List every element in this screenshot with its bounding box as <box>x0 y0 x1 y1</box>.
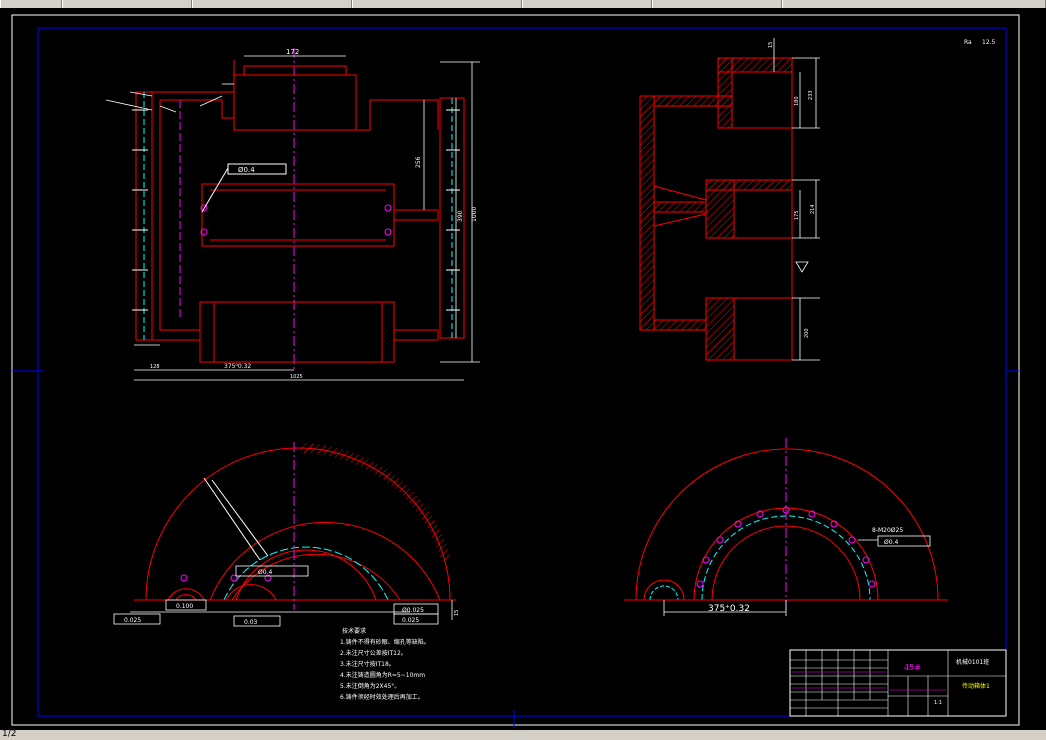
middle-boss <box>201 183 395 247</box>
title-scale: 1:1 <box>934 700 942 706</box>
toolbar-segment[interactable] <box>522 0 652 8</box>
dim-172: 172 <box>286 48 299 56</box>
dim-233: 233 <box>808 90 814 100</box>
note-line: 5.未注倒角为2X45°。 <box>340 682 400 690</box>
tolerance-front: Ø0.4 <box>238 166 255 174</box>
outer-arc-right <box>635 448 939 601</box>
bottom-right-view: 375⁺0.32 8-M20Ø25 Ø0.4 <box>624 438 948 616</box>
dim-175: 175 <box>794 210 800 220</box>
title-part-name: 传动箱体1 <box>962 682 990 690</box>
note-line: 1.铸件不得有砂眼、缩孔等缺陷。 <box>340 638 430 646</box>
dim-375: 375⁰0.32 <box>224 363 251 370</box>
status-bar: 1/2 <box>0 729 1046 740</box>
cad-drawing-canvas[interactable]: 172 128 375⁰0.32 1025 256 390 1000 Ø0.4 <box>0 8 1046 730</box>
dim-214: 214 <box>810 204 816 214</box>
toolbar-segment[interactable] <box>652 0 782 8</box>
drawing-svg: 172 128 375⁰0.32 1025 256 390 1000 Ø0.4 <box>11 14 1020 728</box>
dim-1000: 1000 <box>471 207 478 222</box>
dim-200: 200 <box>804 328 810 338</box>
tolerance-bl-6: 0.025 <box>402 617 419 624</box>
title-material: 45# <box>904 663 921 672</box>
dim-180: 180 <box>794 96 800 106</box>
inner-frame <box>37 27 1007 717</box>
toolbar-segment[interactable] <box>782 0 1046 8</box>
tolerance-bl-3: Ø0.4 <box>258 569 272 576</box>
tolerance-bl-2: 0.100 <box>176 603 193 610</box>
toolbar <box>0 0 1046 8</box>
toolbar-segment[interactable] <box>62 0 192 8</box>
notes-heading: 技术要求 <box>342 627 366 635</box>
tolerance-bl-1: 0.025 <box>124 617 141 624</box>
note-line: 6.铸件须经时效处理后再加工。 <box>340 693 424 701</box>
dim-128: 128 <box>150 364 160 370</box>
tolerance-br: Ø0.4 <box>884 539 898 546</box>
bottom-boss <box>199 301 395 363</box>
toolbar-segment[interactable] <box>192 0 352 8</box>
dim-256: 256 <box>415 156 422 168</box>
side-section-view: 15 180 233 175 214 200 Ra 12.5 <box>639 38 996 361</box>
dim-390: 390 <box>457 210 464 222</box>
note-line: 3.未注尺寸按IT18。 <box>340 660 395 668</box>
roughness-ra: Ra <box>964 39 972 46</box>
bottom-left-view: 0.025 0.100 Ø0.4 0.03 Ø0.025 0.025 15 <box>113 442 460 627</box>
technical-notes: 技术要求 1.铸件不得有砂眼、缩孔等缺陷。 2.未注尺寸公差按IT12。 3.未… <box>340 627 430 701</box>
toolbar-segment[interactable] <box>0 0 62 8</box>
tolerance-bl-5: Ø0.025 <box>402 607 424 614</box>
note-line: 2.未注尺寸公差按IT12。 <box>340 649 407 657</box>
title-block: 45# 机械0101班 传动箱体1 1:1 <box>789 649 1007 717</box>
status-text: 1/2 <box>2 729 17 739</box>
toolbar-segment[interactable] <box>352 0 522 8</box>
outer-arc-left <box>145 447 451 601</box>
hole-callout: 8-M20Ø25 <box>872 527 903 534</box>
dim-15-bl: 15 <box>454 610 460 616</box>
note-line: 4.未注铸造圆角为R=5~10mm <box>340 671 425 679</box>
front-view: 172 128 375⁰0.32 1025 256 390 1000 Ø0.4 <box>105 48 480 381</box>
roughness-value: 12.5 <box>982 39 996 46</box>
title-school: 机械0101班 <box>956 658 989 666</box>
tolerance-bl-4: 0.03 <box>244 619 258 626</box>
dim-1025: 1025 <box>290 374 303 380</box>
tolerance-frame-front <box>227 163 287 175</box>
dim-375-br: 375⁺0.32 <box>708 604 750 614</box>
dim-15: 15 <box>768 42 774 48</box>
